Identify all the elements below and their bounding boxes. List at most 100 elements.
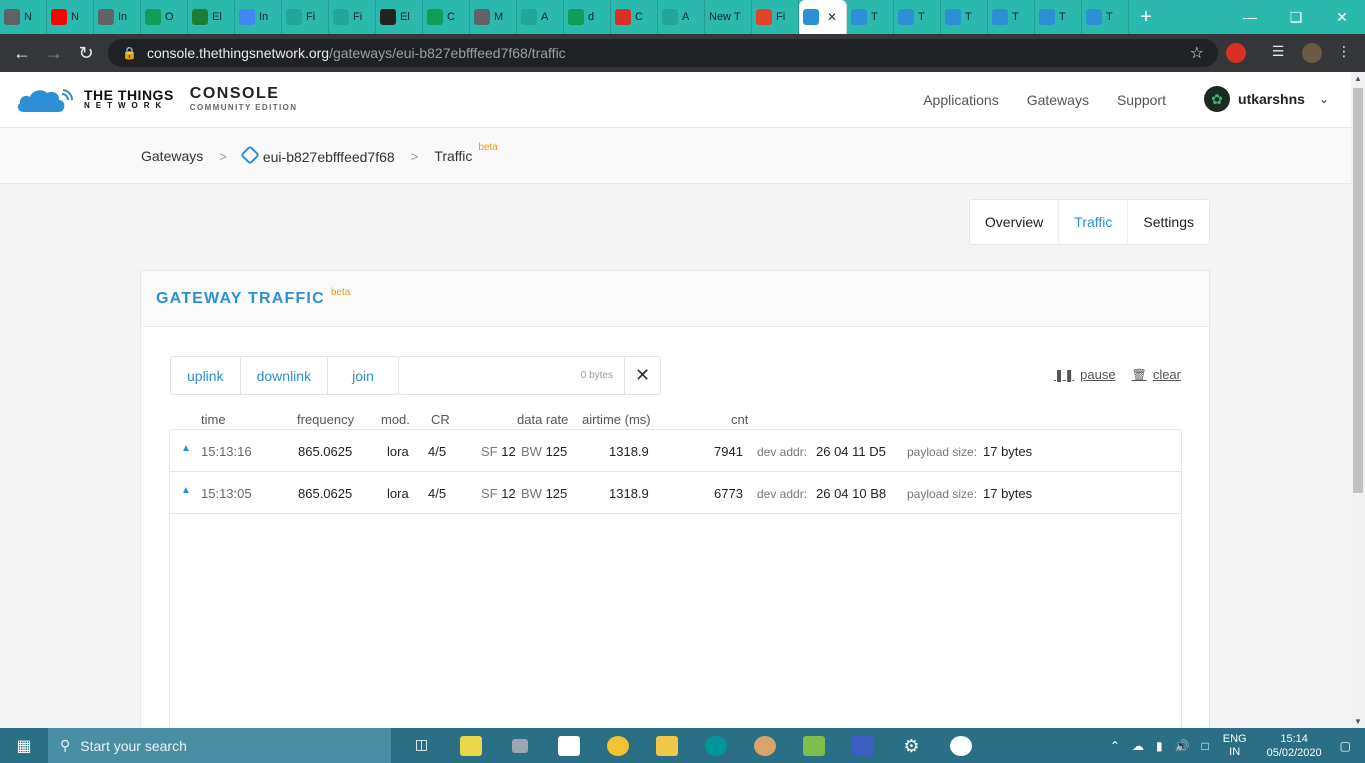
user-menu[interactable]: ✿ utkarshns ⌄ (1204, 86, 1329, 112)
browser-tab[interactable]: O (141, 0, 188, 34)
row-bw: BW 125 (521, 444, 567, 459)
browser-tab[interactable]: T (1035, 0, 1082, 34)
display-icon[interactable]: □ (1202, 739, 1209, 753)
notifications-icon[interactable]: ▢ (1340, 739, 1351, 753)
address-bar[interactable]: 🔒 console.thethingsnetwork.org /gateways… (108, 39, 1218, 67)
pause-button[interactable]: ❚❚ pause (1054, 367, 1116, 382)
region-code: IN (1229, 745, 1241, 758)
row-payload-size: 17 bytes (983, 444, 1033, 459)
close-window-icon[interactable]: ✕ (1319, 0, 1365, 34)
forward-icon[interactable]: → (38, 43, 70, 64)
ttn-logo[interactable]: THE THINGS NETWORK CONSOLE COMMUNITY EDI… (16, 84, 297, 114)
scroll-down-icon[interactable]: ▼ (1351, 717, 1365, 726)
nav-support[interactable]: Support (1117, 92, 1166, 108)
browser-tab[interactable]: El (376, 0, 423, 34)
mv-icon (286, 9, 302, 25)
clear-button[interactable]: 🗑 clear (1132, 367, 1181, 382)
breadcrumb-gateway[interactable]: eui-b827ebfffeed7f68 (239, 144, 395, 165)
sf-value: 12 (501, 486, 516, 501)
filter-uplink[interactable]: uplink (171, 357, 241, 394)
scroll-up-icon[interactable]: ▲ (1351, 74, 1365, 83)
browser-tab[interactable]: New T (705, 0, 752, 34)
chrome-icon[interactable] (593, 728, 642, 763)
browser-tab[interactable]: ✕ (799, 0, 847, 34)
browser-tab[interactable]: N (47, 0, 94, 34)
scrollbar-thumb[interactable] (1353, 88, 1363, 493)
console-title: CONSOLE (189, 85, 280, 102)
browser-tab[interactable]: T (894, 0, 941, 34)
taskbar-search[interactable]: ⚲ Start your search (48, 728, 391, 763)
page-scrollbar[interactable]: ▲ ▼ (1351, 72, 1365, 728)
ttn-icon (898, 9, 914, 25)
battery-icon[interactable]: ▮ (1156, 739, 1163, 753)
arduino-icon[interactable] (691, 728, 740, 763)
slack-icon[interactable] (936, 728, 985, 763)
network-app-icon[interactable] (838, 728, 887, 763)
browser-tab[interactable]: N (0, 0, 47, 34)
breadcrumb-gateway-label: eui-b827ebfffeed7f68 (262, 148, 395, 165)
reload-icon[interactable]: ↻ (70, 43, 102, 64)
quartus-icon[interactable] (544, 728, 593, 763)
notepad-icon[interactable] (789, 728, 838, 763)
filter-downlink[interactable]: downlink (241, 357, 329, 394)
browser-tab[interactable]: T (941, 0, 988, 34)
file-explorer-icon[interactable] (642, 728, 691, 763)
close-tab-icon[interactable]: ✕ (827, 10, 837, 24)
breadcrumb-gateways[interactable]: Gateways (141, 148, 203, 164)
browser-tab[interactable]: d (564, 0, 611, 34)
menu-icon[interactable]: ⋮ (1334, 43, 1354, 63)
nav-applications[interactable]: Applications (923, 92, 999, 108)
restore-icon[interactable]: ❏ (1273, 0, 1319, 34)
tab-settings[interactable]: Settings (1128, 200, 1209, 244)
search-input[interactable]: 0 bytes (399, 357, 624, 394)
browser-tab[interactable]: Fi (752, 0, 799, 34)
mv-icon (521, 9, 537, 25)
profile-avatar-icon[interactable] (1302, 43, 1322, 63)
browser-tab[interactable]: M (470, 0, 517, 34)
back-icon[interactable]: ← (6, 43, 38, 64)
chevron-up-icon[interactable]: ⌃ (1110, 739, 1120, 753)
minimize-icon[interactable]: — (1227, 0, 1273, 34)
browser-tab[interactable]: Fi (329, 0, 376, 34)
tab-overview[interactable]: Overview (970, 200, 1058, 244)
paint-icon[interactable] (740, 728, 789, 763)
new-tab-button[interactable]: + (1129, 6, 1163, 29)
bookmark-star-icon[interactable]: ☆ (1190, 43, 1204, 63)
media-control-icon[interactable]: ☰ (1268, 43, 1288, 63)
close-icon[interactable]: ✕ (624, 357, 660, 394)
bw-value: 125 (545, 444, 568, 459)
windows-start-icon[interactable]: ▦ (0, 736, 48, 756)
tab-traffic[interactable]: Traffic (1058, 200, 1129, 244)
filter-join[interactable]: join (328, 357, 398, 394)
browser-tab[interactable]: In (235, 0, 282, 34)
browser-tab[interactable]: T (988, 0, 1035, 34)
labview-icon[interactable] (446, 728, 495, 763)
browser-tab[interactable]: Fi (282, 0, 329, 34)
browser-tab[interactable]: A (658, 0, 705, 34)
youtube-icon (51, 9, 67, 25)
pause-label: pause (1080, 367, 1116, 382)
cloud-sync-icon[interactable]: ☁ (1132, 739, 1144, 753)
clock[interactable]: 15:14 05/02/2020 (1267, 732, 1322, 760)
page: THE THINGS NETWORK CONSOLE COMMUNITY EDI… (0, 72, 1351, 728)
message-type-filter: uplink downlink join (170, 356, 399, 395)
browser-tab[interactable]: In (94, 0, 141, 34)
nav-gateways[interactable]: Gateways (1027, 92, 1089, 108)
browser-tab[interactable]: C (423, 0, 470, 34)
browser-tab-title: O (165, 11, 174, 23)
browser-tab[interactable]: T (847, 0, 894, 34)
browser-tab[interactable]: T (1082, 0, 1129, 34)
extension-icon[interactable] (1226, 43, 1246, 63)
table-row[interactable]: ▲ 15:13:16 865.0625 lora 4/5 SF 12 BW 12… (170, 430, 1181, 472)
table-row[interactable]: ▲ 15:13:05 865.0625 lora 4/5 SF 12 BW 12… (170, 472, 1181, 514)
volume-icon[interactable]: 🔊 (1175, 739, 1190, 753)
language-indicator[interactable]: ENG IN (1223, 733, 1247, 759)
browser-tab[interactable]: El (188, 0, 235, 34)
taskbar-search-placeholder: Start your search (80, 737, 187, 754)
cube-app-icon[interactable] (495, 728, 544, 763)
settings-gear-icon[interactable]: ⚙ (887, 728, 936, 763)
task-view-icon[interactable]: ◫ (397, 728, 446, 763)
browser-tab[interactable]: A (517, 0, 564, 34)
browser-tab[interactable]: C (611, 0, 658, 34)
ttn-icon (851, 9, 867, 25)
